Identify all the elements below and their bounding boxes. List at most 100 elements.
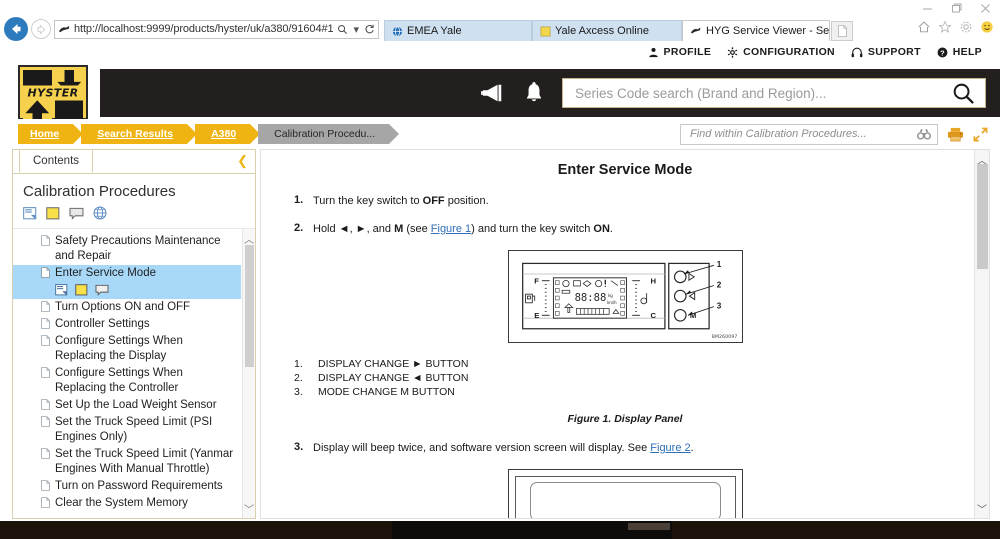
refresh-icon[interactable] (363, 24, 376, 35)
tree-item[interactable]: Set Up the Load Weight Sensor (13, 397, 241, 414)
close-button[interactable] (971, 1, 1000, 17)
highlight-icon[interactable] (75, 284, 88, 296)
back-button[interactable] (4, 17, 28, 41)
binoculars-icon[interactable] (917, 128, 931, 141)
browser-tab-active[interactable]: HYG Service Viewer - Ser... ✕ (682, 20, 830, 41)
contents-sidebar: Contents ❮ Calibration Procedures Safety… (12, 149, 256, 519)
note-icon[interactable] (23, 206, 37, 220)
find-within-field[interactable] (680, 123, 938, 145)
breadcrumb-item-home[interactable]: Home (18, 124, 84, 144)
breadcrumb: Home Search Results A380 Calibration Pro… (18, 124, 400, 144)
window-titlebar (0, 0, 1000, 17)
favorites-star-icon[interactable] (938, 20, 952, 34)
tree-item-label: Safety Precautions Maintenance and Repai… (55, 235, 221, 262)
procedure-step: 1. Turn the key switch to OFF position. (289, 194, 961, 208)
document-icon (41, 267, 50, 278)
home-icon[interactable] (917, 20, 931, 34)
printer-icon[interactable] (947, 127, 964, 142)
nav-configuration[interactable]: CONFIGURATION (727, 46, 835, 58)
scrollbar-thumb[interactable] (245, 245, 254, 367)
breadcrumb-label: Calibration Procedu... (274, 128, 376, 140)
highlight-icon[interactable] (46, 206, 60, 220)
step-text: Display will beep twice, and software ve… (313, 442, 694, 454)
tree-item-tools (13, 282, 241, 299)
svg-text:E: E (534, 311, 539, 320)
chevron-left-icon[interactable]: ❮ (237, 154, 248, 167)
hyster-logo[interactable]: HYSTER (18, 65, 88, 126)
tree-item-selected[interactable]: Enter Service Mode (13, 265, 241, 282)
site-icon (58, 24, 71, 35)
breadcrumb-item-search-results[interactable]: Search Results (81, 124, 197, 144)
tree-item[interactable]: Configure Settings When Replacing the Di… (13, 333, 241, 365)
expand-arrows-icon[interactable] (973, 127, 988, 142)
breadcrumb-item-a380[interactable]: A380 (195, 124, 261, 144)
globe-icon[interactable] (93, 206, 107, 220)
tree-item[interactable]: Configure Settings When Replacing the Co… (13, 365, 241, 397)
nav-support-label: SUPPORT (867, 46, 921, 58)
tab-contents[interactable]: Contents (19, 150, 94, 173)
note-icon[interactable] (55, 284, 68, 296)
tab-favicon-viewer-icon (690, 26, 702, 36)
step-number: 1. (294, 194, 304, 206)
svg-text:C: C (650, 311, 656, 320)
taskbar-item[interactable] (628, 523, 670, 530)
window-controls (913, 1, 1000, 17)
restore-button[interactable] (942, 1, 971, 17)
document-viewer: Enter Service Mode 1. Turn the key switc… (260, 149, 990, 519)
sidebar-scrollbar[interactable]: ︿ ﹀ (242, 229, 255, 518)
nav-help[interactable]: ? HELP (937, 46, 982, 58)
tree-item[interactable]: Controller Settings (13, 316, 241, 333)
breadcrumb-bar: Home Search Results A380 Calibration Pro… (0, 119, 1000, 149)
tree-item-label: Set the Truck Speed Limit (Yanmar Engine… (55, 448, 234, 475)
scrollbar-thumb[interactable] (977, 164, 988, 269)
breadcrumb-label: Home (30, 128, 60, 140)
comment-icon[interactable] (69, 207, 84, 220)
tree-item[interactable]: Set the Truck Speed Limit (Yanmar Engine… (13, 446, 241, 478)
chevron-down-icon[interactable]: ﹀ (975, 501, 989, 516)
document-icon (41, 318, 50, 329)
series-code-search[interactable] (562, 78, 986, 108)
chevron-down-icon[interactable]: ﹀ (244, 499, 254, 518)
svg-text:3: 3 (716, 302, 721, 311)
browser-tab[interactable]: EMEA Yale (384, 20, 532, 41)
tree-item[interactable]: Turn on Password Requirements (13, 478, 241, 495)
tree-item[interactable]: Clear the System Memory (13, 495, 241, 512)
procedure-step: 2. Hold ◄, ►, and M (see Figure 1) and t… (289, 222, 961, 236)
address-dropdown-icon[interactable]: ▾ (352, 23, 360, 36)
comment-icon[interactable] (95, 284, 109, 296)
forward-button[interactable] (31, 19, 51, 39)
smiley-icon[interactable] (980, 20, 994, 34)
figure-2-outline (514, 476, 736, 518)
tree-item[interactable]: Set the Truck Speed Limit (PSI Engines O… (13, 414, 241, 446)
bell-icon[interactable] (524, 81, 544, 105)
contents-tree: Safety Precautions Maintenance and Repai… (13, 229, 255, 516)
sidebar-toolbar (13, 206, 255, 228)
nav-profile[interactable]: PROFILE (648, 46, 712, 58)
legend-number: 3. (294, 386, 303, 398)
settings-gear-icon[interactable] (959, 20, 973, 34)
tree-item[interactable]: Safety Precautions Maintenance and Repai… (13, 233, 241, 265)
address-search-icon[interactable] (336, 24, 349, 35)
browser-tab[interactable]: Yale Axcess Online (532, 20, 682, 41)
tree-item[interactable]: Turn Options ON and OFF (13, 299, 241, 316)
new-tab-button[interactable] (831, 21, 853, 41)
figure-1-link[interactable]: Figure 1 (431, 223, 471, 235)
figure-2-link[interactable]: Figure 2 (650, 442, 690, 454)
find-input[interactable] (690, 128, 917, 140)
megaphone-icon[interactable] (480, 82, 506, 104)
chevron-up-icon[interactable]: ︿ (244, 229, 254, 248)
legend-label: MODE CHANGE M BUTTON (318, 386, 455, 398)
utility-nav: PROFILE CONFIGURATION SUPPORT ? HELP (0, 41, 1000, 63)
svg-text:2: 2 (716, 280, 721, 289)
step-text: Hold ◄, ►, and M (see Figure 1) and turn… (313, 223, 613, 235)
legend-number: 2. (294, 372, 303, 384)
breadcrumb-item-current: Calibration Procedu... (258, 124, 400, 144)
nav-support[interactable]: SUPPORT (851, 46, 921, 58)
figure-1-code: BM260097 (711, 335, 738, 340)
minimize-button[interactable] (913, 1, 942, 17)
address-bar[interactable]: http://localhost:9999/products/hyster/uk… (54, 19, 379, 39)
search-icon[interactable] (952, 82, 975, 105)
figure-2 (507, 469, 743, 518)
content-scrollbar[interactable]: ︿ ﹀ (974, 150, 989, 518)
search-input[interactable] (575, 85, 952, 101)
